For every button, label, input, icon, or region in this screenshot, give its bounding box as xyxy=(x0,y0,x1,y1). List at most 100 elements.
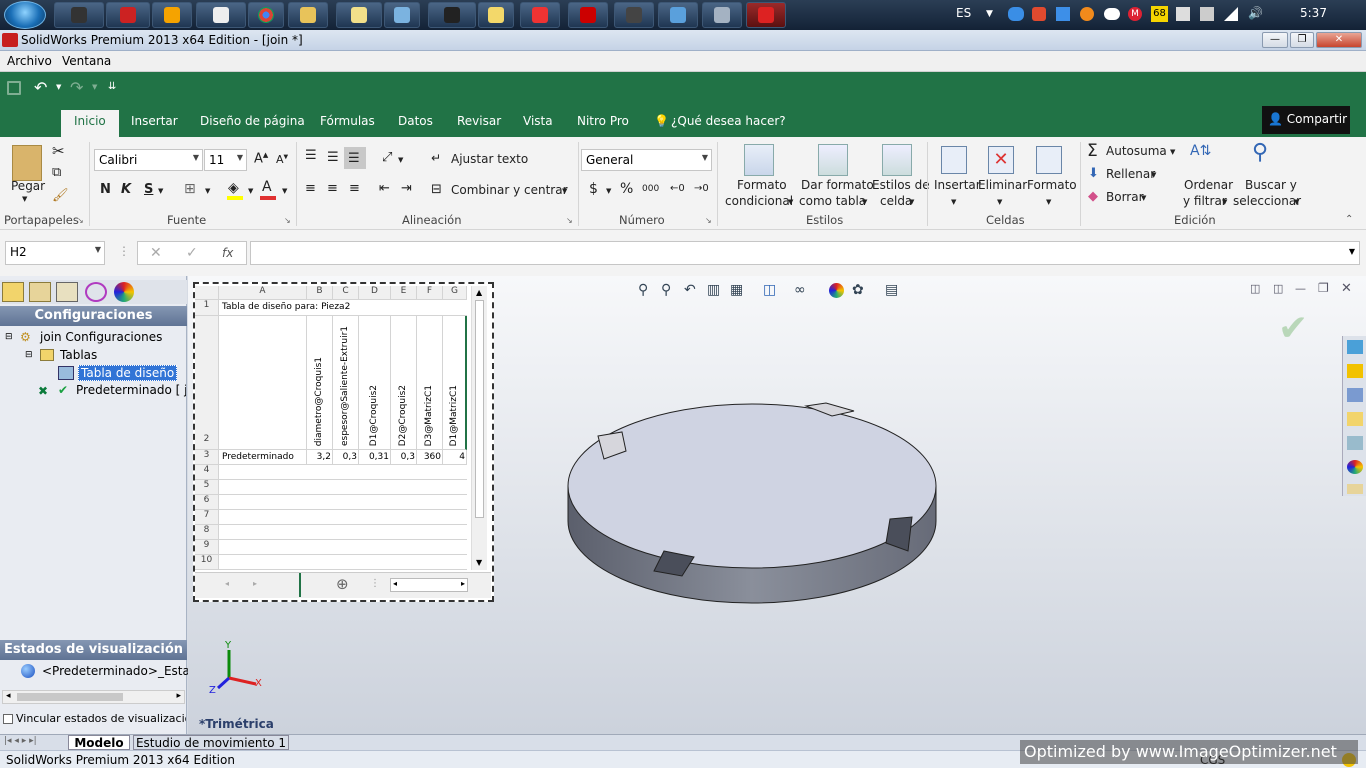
scroll-left-icon[interactable]: ◂ xyxy=(393,579,397,588)
row-header[interactable]: 4 xyxy=(195,465,219,480)
split-vertical-icon[interactable]: ◫ xyxy=(1250,282,1260,295)
scroll-thumb[interactable] xyxy=(475,300,484,518)
col-header-b[interactable]: B xyxy=(307,286,333,300)
param-cell[interactable]: D1@Croquis2 xyxy=(359,316,391,450)
taskbar-app-13[interactable] xyxy=(702,2,742,28)
taskbar-app-11[interactable] xyxy=(614,2,654,28)
save-icon[interactable] xyxy=(7,81,21,95)
taskbar-app-8[interactable] xyxy=(478,2,514,28)
taskbar-app-12[interactable] xyxy=(658,2,698,28)
align-top-icon[interactable]: ☰ xyxy=(305,148,317,163)
previous-view-icon[interactable]: ↶ xyxy=(684,282,696,298)
link-display-states-checkbox[interactable] xyxy=(3,714,13,724)
viewport-close-icon[interactable]: ✕ xyxy=(1341,281,1352,296)
expand-formula-icon[interactable]: ▼ xyxy=(1349,247,1355,256)
search-icon[interactable]: ⚲ xyxy=(1252,140,1268,165)
gmail-icon[interactable]: M xyxy=(1128,7,1142,21)
conditional-format-label-1[interactable]: Formato xyxy=(737,178,787,192)
borders-dropdown-icon[interactable]: ▼ xyxy=(205,187,210,195)
add-sheet-icon[interactable]: ⊕ xyxy=(336,575,349,593)
fill-icon[interactable]: ⬇ xyxy=(1088,166,1099,181)
menu-archivo[interactable]: Archivo xyxy=(7,54,52,68)
part-3d-model[interactable] xyxy=(564,391,944,621)
feature-manager-tab-icon[interactable] xyxy=(2,282,24,302)
table-cell[interactable] xyxy=(219,316,307,450)
row-header[interactable]: 1 xyxy=(195,300,219,316)
redo-dropdown-icon[interactable]: ▼ xyxy=(92,83,97,91)
view-orientation-icon[interactable]: ▦ xyxy=(730,282,743,298)
insert-dropdown-icon[interactable]: ▼ xyxy=(951,198,956,206)
insert-cells-button[interactable]: Insertar xyxy=(934,178,981,192)
scroll-thumb[interactable] xyxy=(17,693,123,701)
bold-button[interactable]: N xyxy=(100,182,111,197)
scroll-right-icon[interactable]: ▸ xyxy=(176,691,181,701)
font-launcher-icon[interactable]: ↘ xyxy=(284,216,291,225)
font-color-dropdown-icon[interactable]: ▼ xyxy=(282,187,287,195)
italic-button[interactable]: K xyxy=(121,182,131,197)
delete-cells-button[interactable]: Eliminar xyxy=(978,178,1027,192)
number-format-select[interactable]: General ▼ xyxy=(581,149,712,171)
empty-rows[interactable] xyxy=(219,465,467,570)
maximize-button[interactable]: ❐ xyxy=(1290,32,1314,48)
collapse-ribbon-icon[interactable]: ⌃ xyxy=(1345,214,1353,225)
dropbox-icon[interactable] xyxy=(1056,7,1070,21)
resources-icon[interactable] xyxy=(1347,340,1363,354)
align-center-icon[interactable]: ≡ xyxy=(327,181,338,196)
merge-center-icon[interactable]: ⊟ xyxy=(431,182,442,197)
dimxpert-tab-icon[interactable] xyxy=(85,282,107,302)
insert-function-button[interactable]: fx xyxy=(222,246,233,260)
configuration-manager-tab-icon[interactable] xyxy=(56,282,78,302)
borders-icon[interactable]: ⊞ xyxy=(184,181,196,197)
tray-badge[interactable]: 68 xyxy=(1151,6,1168,22)
alignment-launcher-icon[interactable]: ↘ xyxy=(566,216,573,225)
clock[interactable]: 5:37 xyxy=(1300,6,1327,20)
tree-default-config[interactable]: Predeterminado [ join ] xyxy=(76,383,186,397)
sort-filter-label-1[interactable]: Ordenar xyxy=(1184,178,1233,192)
cell-styles-label-1[interactable]: Estilos de xyxy=(872,178,930,192)
volume-icon[interactable]: 🔊 xyxy=(1248,6,1263,20)
paste-dropdown-icon[interactable]: ▼ xyxy=(22,195,27,203)
delete-cells-icon[interactable]: ✕ xyxy=(988,146,1014,174)
enter-icon[interactable]: ✓ xyxy=(186,245,198,261)
col-header-d[interactable]: D xyxy=(359,286,391,300)
param-cell-selected[interactable]: D1@MatrizC1 xyxy=(443,316,467,450)
number-launcher-icon[interactable]: ↘ xyxy=(705,216,712,225)
tab-revisar[interactable]: Revisar xyxy=(457,114,501,128)
device-icon[interactable] xyxy=(1200,7,1214,21)
scroll-up-icon[interactable]: ▲ xyxy=(476,288,482,297)
find-select-label-2[interactable]: seleccionar xyxy=(1233,194,1301,208)
custom-properties-icon[interactable] xyxy=(1347,484,1363,494)
edit-appearance-icon[interactable] xyxy=(829,283,844,298)
format-painter-icon[interactable]: 🖌 xyxy=(52,188,69,203)
tray-app-icon[interactable] xyxy=(1080,7,1094,21)
taskbar-app-3[interactable] xyxy=(152,2,192,28)
delete-dropdown-icon[interactable]: ▼ xyxy=(997,198,1002,206)
sheet-horizontal-scrollbar[interactable]: ◂ ▸ xyxy=(390,578,468,592)
file-explorer-icon[interactable] xyxy=(1347,412,1363,426)
find-select-label-1[interactable]: Buscar y xyxy=(1245,178,1297,192)
tree-root[interactable]: join Configuraciones xyxy=(40,330,162,344)
tab-datos[interactable]: Datos xyxy=(398,114,433,128)
viewport-restore-icon[interactable]: ❐ xyxy=(1318,281,1329,295)
value-cell[interactable]: 0,3 xyxy=(391,450,417,465)
zoom-area-icon[interactable]: ⚲ xyxy=(661,282,671,298)
tab-modelo[interactable]: Modelo xyxy=(68,735,130,750)
orientation-dropdown-icon[interactable]: ▼ xyxy=(398,156,403,164)
cancel-icon[interactable]: ✕ xyxy=(150,245,162,261)
property-manager-tab-icon[interactable] xyxy=(29,282,51,302)
currency-dropdown-icon[interactable]: ▼ xyxy=(606,187,611,195)
tab-diseno-pagina[interactable]: Diseño de página xyxy=(200,114,305,128)
redo-icon[interactable]: ↷ xyxy=(70,78,83,97)
autosum-button[interactable]: Autosuma xyxy=(1106,144,1167,158)
wrap-text-button[interactable]: Ajustar texto xyxy=(451,152,528,166)
tab-scroll-icons[interactable]: |◂ ◂ ▸ ▸| xyxy=(4,736,37,746)
tray-expand-icon[interactable]: ▼ xyxy=(986,9,993,19)
title-cell[interactable]: Tabla de diseño para: Pieza2 xyxy=(219,300,467,316)
conditional-format-label-2[interactable]: condicional xyxy=(725,194,793,208)
split-horizontal-icon[interactable]: ◫ xyxy=(1273,282,1283,295)
sort-filter-icon[interactable]: A⇅ xyxy=(1190,143,1211,159)
col-header-g[interactable]: G xyxy=(443,286,467,300)
wrap-text-icon[interactable]: ↵ xyxy=(431,151,441,165)
format-table-dropdown-icon[interactable]: ▼ xyxy=(862,198,867,206)
thousands-button[interactable]: 000 xyxy=(642,184,659,194)
